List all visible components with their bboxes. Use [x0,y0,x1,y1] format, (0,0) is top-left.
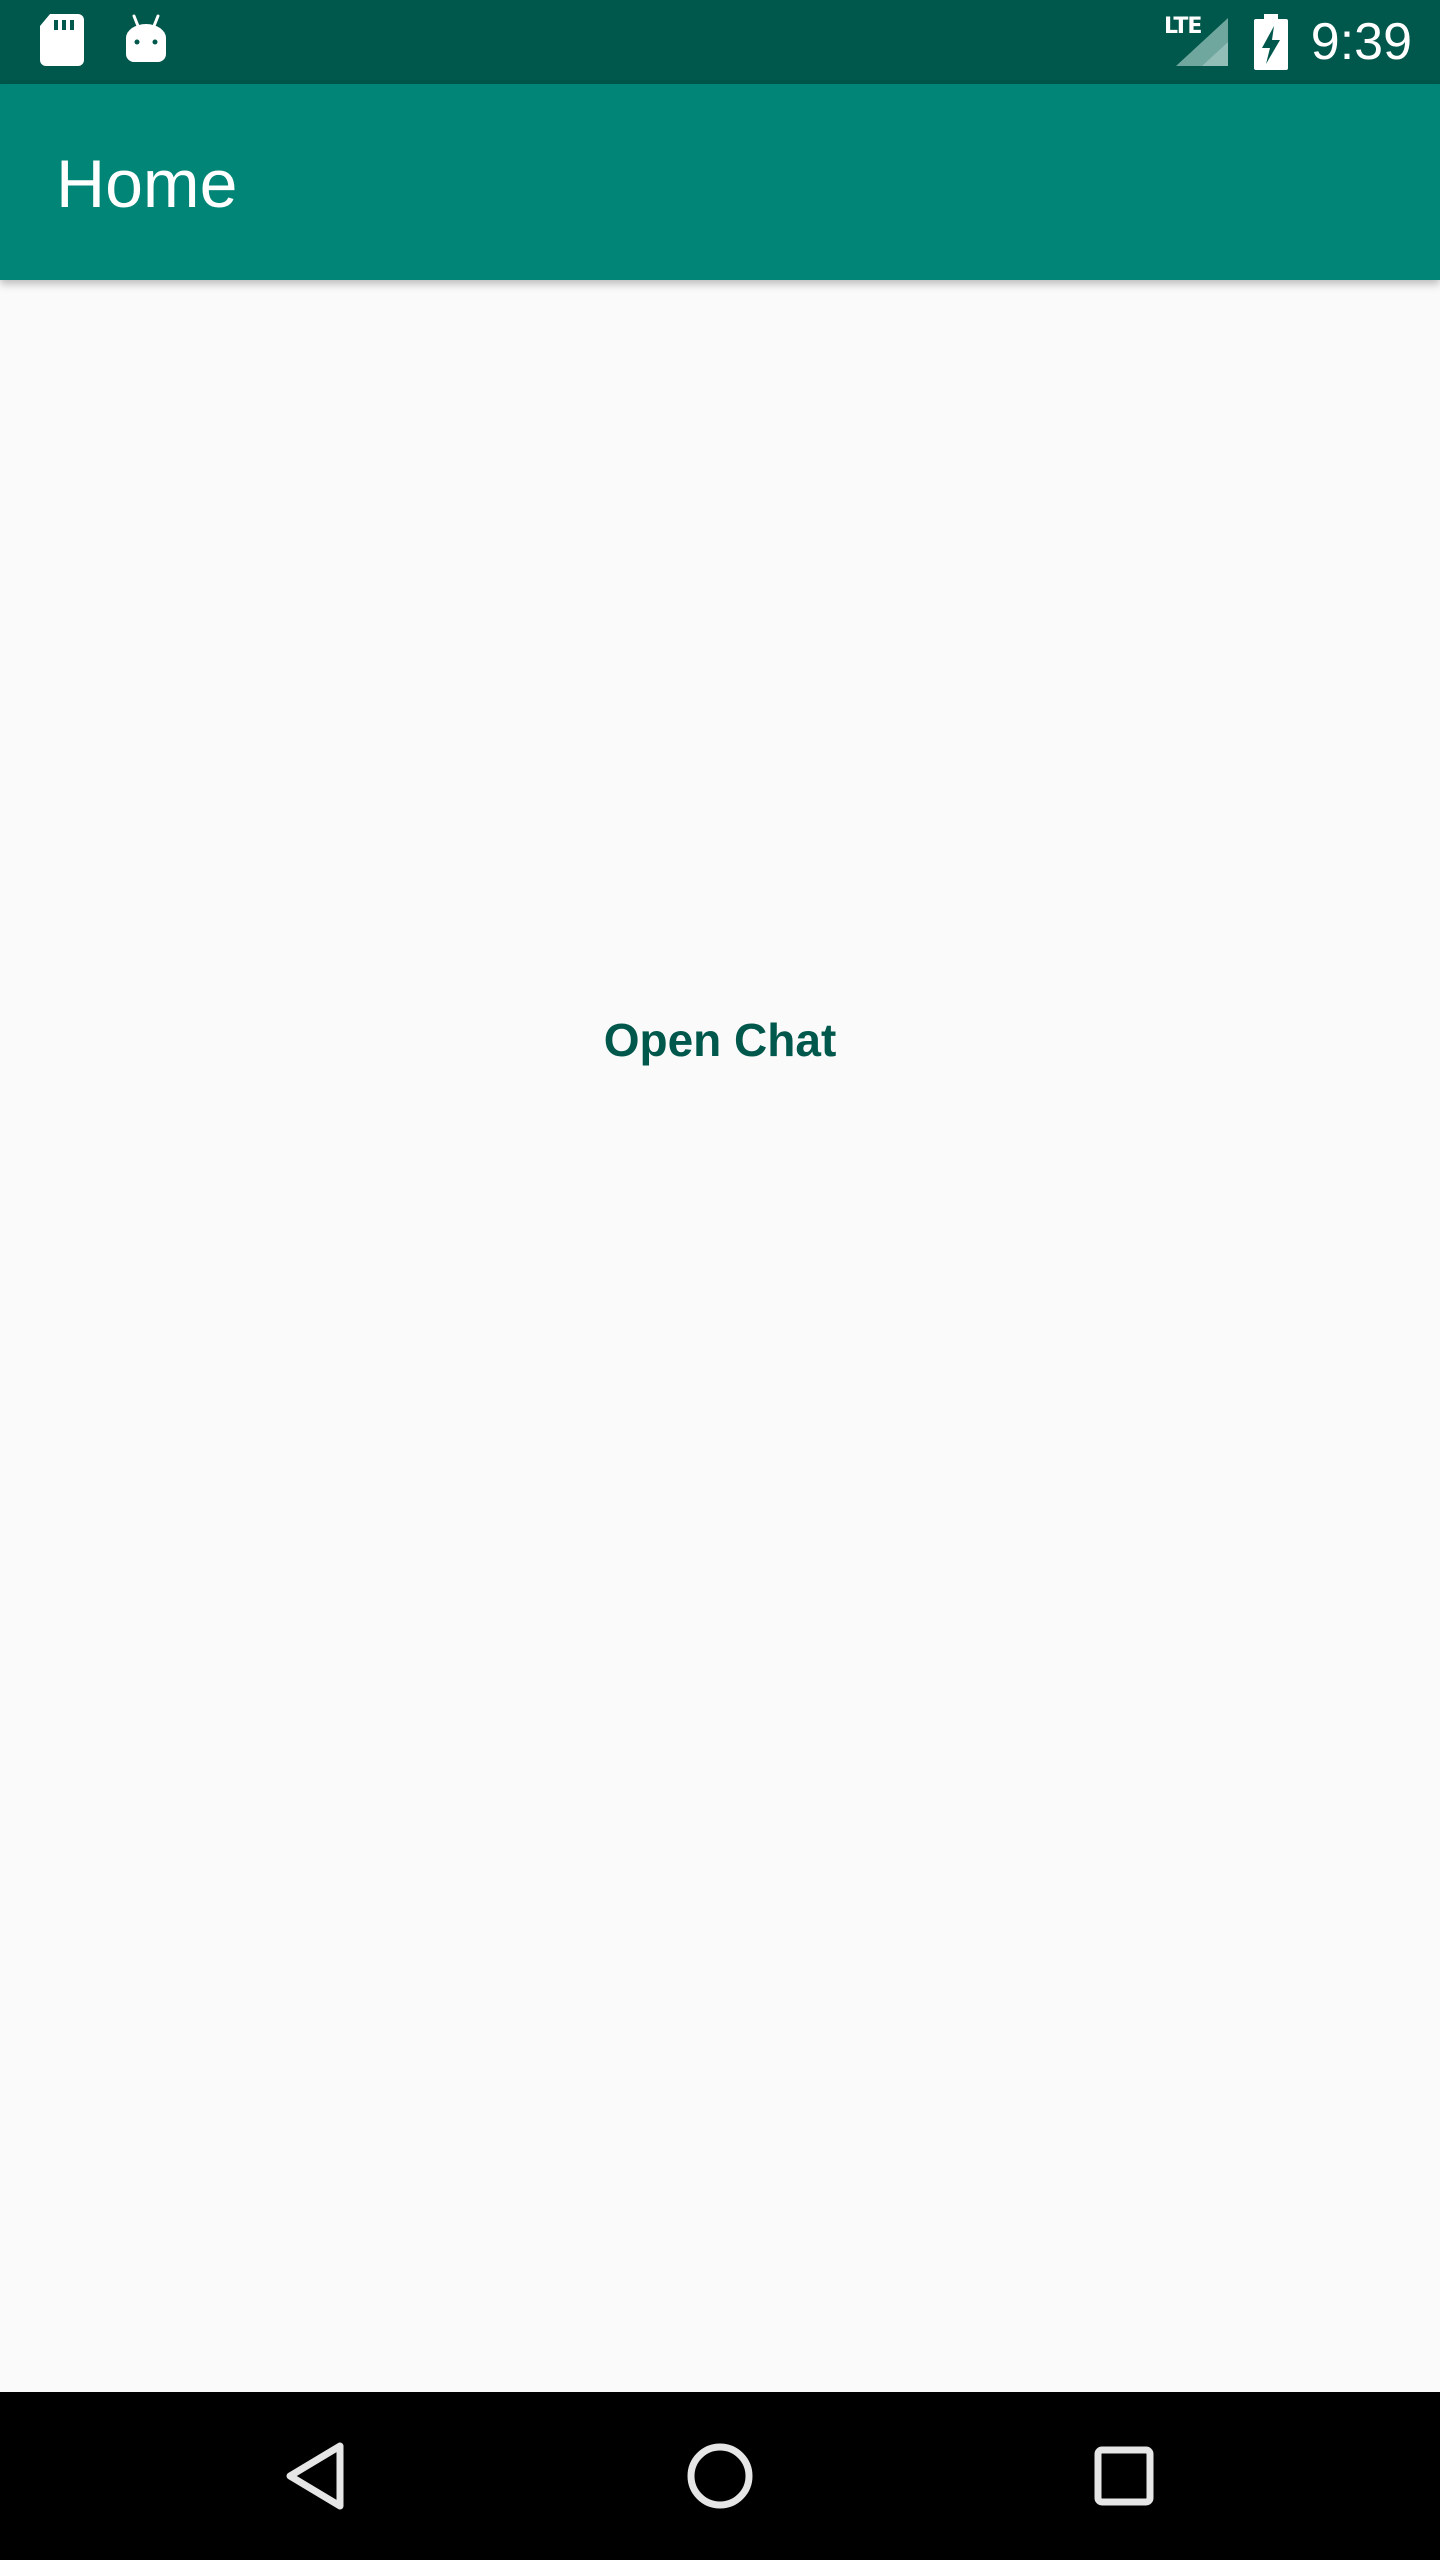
open-chat-button[interactable]: Open Chat [570,990,870,1090]
status-bar: LTE 9:39 [0,0,1440,84]
app-bar: Home [0,84,1440,280]
screen: LTE 9:39 Home Open Chat [0,0,1440,2560]
back-icon [286,2442,344,2510]
back-button[interactable] [266,2426,366,2526]
status-time: 9:39 [1310,13,1412,71]
page-title: Home [56,146,238,222]
battery-charging-icon [1254,14,1288,75]
navigation-bar [0,2392,1440,2560]
android-icon [124,14,168,69]
home-icon [687,2443,753,2509]
recents-button[interactable] [1074,2426,1174,2526]
recents-icon [1094,2446,1154,2506]
signal-icon [1176,18,1228,71]
sd-card-icon [40,14,84,71]
main-content: Open Chat [0,280,1440,2392]
home-button[interactable] [670,2426,770,2526]
